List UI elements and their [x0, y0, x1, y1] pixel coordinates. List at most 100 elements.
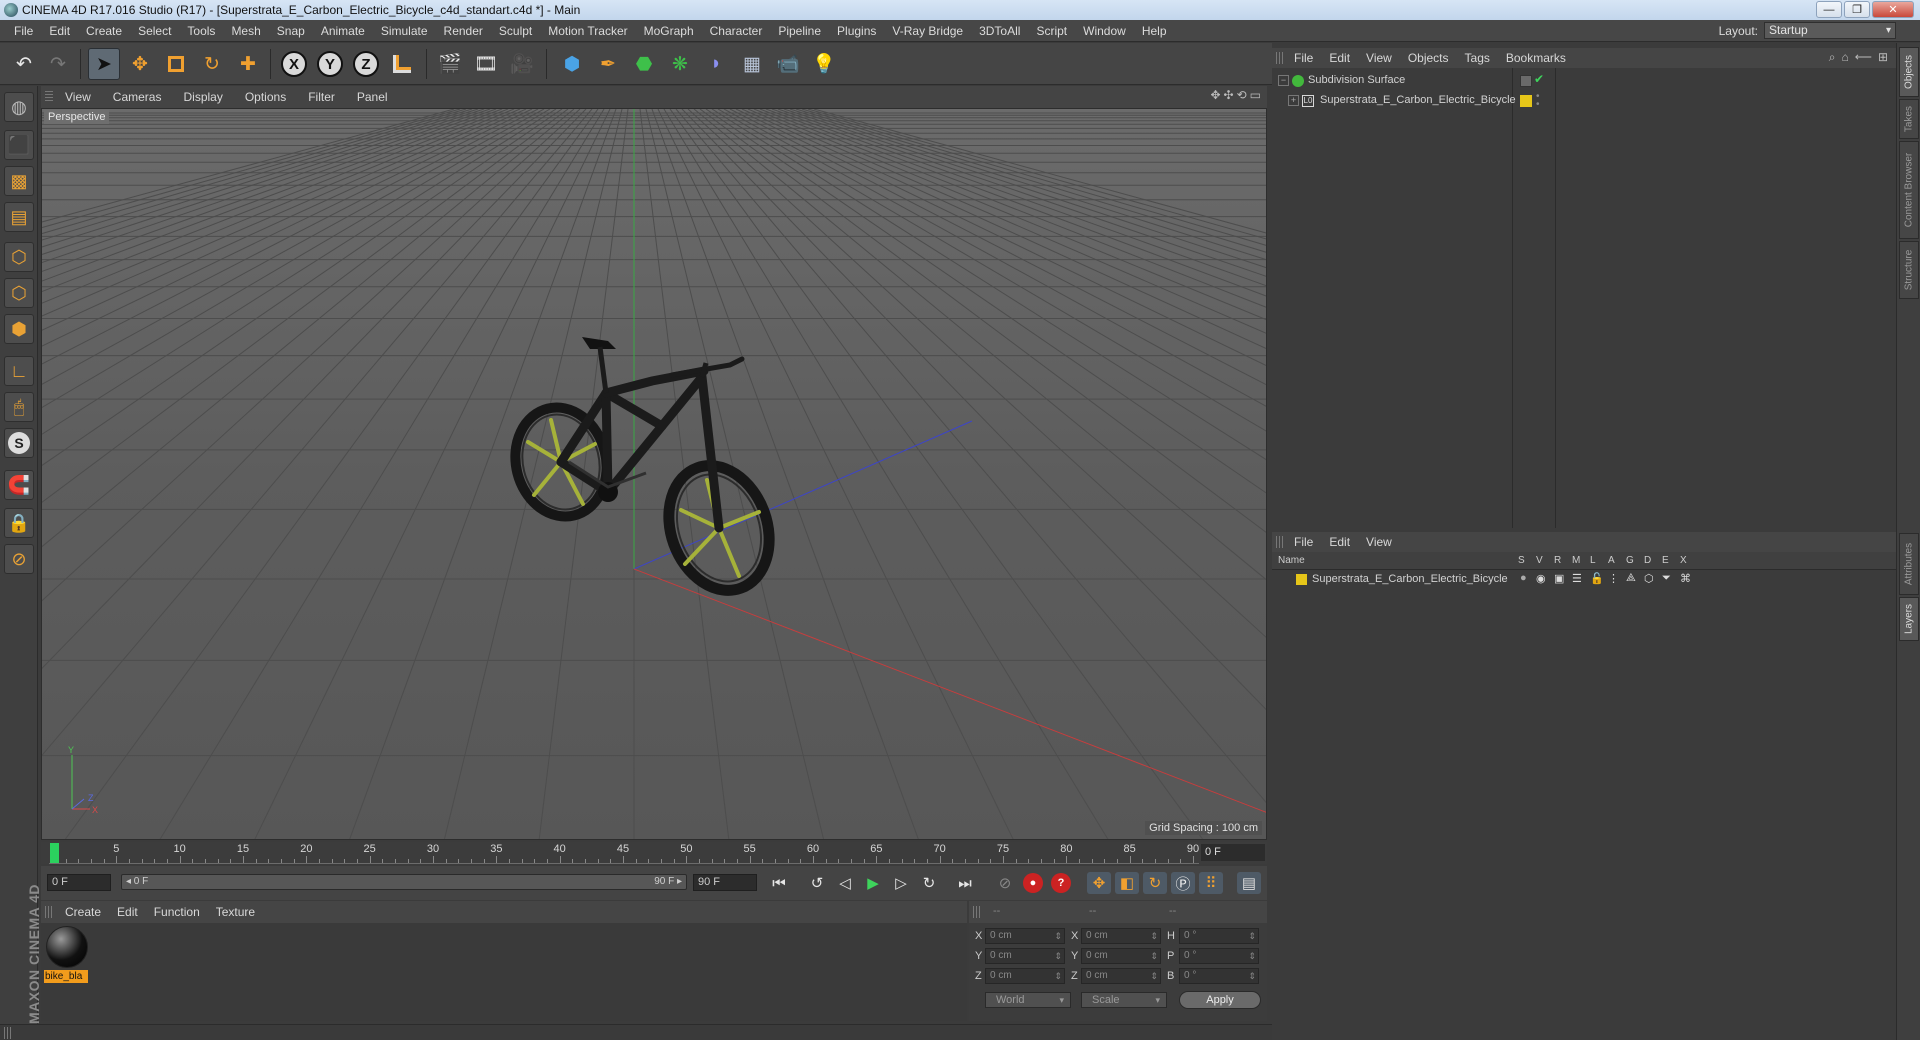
frame-ruler[interactable]: 051015202530354045505560657075808590	[49, 842, 1199, 864]
layer-manager-icon[interactable]: ☰	[1572, 572, 1582, 585]
key-parameter-button[interactable]: Ⓟ	[1171, 872, 1195, 894]
menu-tools[interactable]: Tools	[179, 20, 223, 42]
tweak-mode-button[interactable]: 🖱	[4, 392, 34, 422]
undo-button[interactable]: ↶	[8, 48, 40, 80]
layout-dropdown[interactable]: Startup	[1764, 22, 1896, 39]
preview-range-slider[interactable]: ◂ 0 F 90 F ▸	[121, 874, 687, 890]
scale-tool-button[interactable]	[160, 48, 192, 80]
add-array-button[interactable]: ❋	[664, 48, 696, 80]
render-view-button[interactable]: 🎬	[434, 48, 466, 80]
search-icon[interactable]: ⌕	[1829, 50, 1836, 65]
tree-expand-toggle[interactable]: +	[1288, 95, 1299, 106]
texture-mode-button[interactable]: ▩	[4, 166, 34, 196]
max-frame-field[interactable]: 90 F	[693, 874, 757, 891]
menu-3dtoall[interactable]: 3DToAll	[971, 20, 1028, 42]
toggle-view-icon[interactable]: ▭	[1250, 88, 1261, 102]
magnet-button[interactable]: 🧲	[4, 470, 34, 500]
viewport-menu-filter[interactable]: Filter	[298, 90, 347, 104]
pan-view-icon[interactable]: ✥	[1210, 88, 1220, 102]
recent-tool-button[interactable]: ✚	[232, 48, 264, 80]
menu-edit[interactable]: Edit	[41, 20, 78, 42]
layer-color-icon[interactable]	[1520, 95, 1532, 107]
menu-create[interactable]: Create	[78, 20, 130, 42]
add-camera-button[interactable]: 📹	[772, 48, 804, 80]
timeline-ruler[interactable]: 051015202530354045505560657075808590 0 F	[41, 842, 1267, 864]
move-tool-button[interactable]: ✥	[124, 48, 156, 80]
previous-key-button[interactable]: ↺	[805, 872, 829, 894]
x-axis-lock-button[interactable]: X	[278, 48, 310, 80]
menu-simulate[interactable]: Simulate	[373, 20, 436, 42]
key-point-level-button[interactable]: ⠿	[1199, 872, 1223, 894]
minimize-button[interactable]: —	[1816, 1, 1842, 18]
min-frame-field[interactable]: 0 F	[47, 874, 111, 891]
layer-animation-icon[interactable]: ⋮	[1608, 572, 1619, 585]
menu-mesh[interactable]: Mesh	[223, 20, 268, 42]
close-button[interactable]: ✕	[1872, 1, 1914, 18]
workplane-mode-button[interactable]: ▤	[4, 202, 34, 232]
workplane-lock-button[interactable]: 🔒	[4, 508, 34, 538]
pos-z-field[interactable]: 0 cm	[985, 968, 1065, 984]
size-y-field[interactable]: 0 cm	[1081, 948, 1161, 964]
tree-collapse-toggle[interactable]: −	[1278, 75, 1289, 86]
planar-workplane-button[interactable]: ⊘	[4, 544, 34, 574]
layer-xref-icon[interactable]: ⌘	[1680, 572, 1691, 585]
size-mode-dropdown[interactable]: Scale	[1081, 992, 1167, 1008]
snap-button[interactable]: S	[4, 428, 34, 458]
objects-menu-bookmarks[interactable]: Bookmarks	[1498, 51, 1574, 65]
layer-color-swatch[interactable]	[1296, 574, 1307, 585]
next-frame-button[interactable]: ▷	[889, 872, 913, 894]
menu-script[interactable]: Script	[1028, 20, 1075, 42]
viewport-menu-options[interactable]: Options	[235, 90, 298, 104]
object-name[interactable]: Superstrata_E_Carbon_Electric_Bicycle	[1320, 94, 1516, 106]
object-name[interactable]: Subdivision Surface	[1308, 74, 1405, 86]
layers-menu-view[interactable]: View	[1358, 535, 1400, 549]
key-scale-button[interactable]: ◧	[1115, 872, 1139, 894]
edges-mode-button[interactable]: ⬡	[4, 278, 34, 308]
orbit-view-icon[interactable]: ⟲	[1237, 88, 1247, 102]
redo-button[interactable]: ↷	[42, 48, 74, 80]
back-icon[interactable]: ⟵	[1855, 50, 1872, 65]
make-editable-button[interactable]: ◍	[4, 92, 34, 122]
menu-snap[interactable]: Snap	[269, 20, 313, 42]
tab-layers[interactable]: Layers	[1899, 597, 1919, 641]
timeline-window-button[interactable]: ▤	[1237, 872, 1261, 894]
y-axis-lock-button[interactable]: Y	[314, 48, 346, 80]
menu-mograph[interactable]: MoGraph	[636, 20, 702, 42]
maximize-button[interactable]: ❐	[1844, 1, 1870, 18]
timeline-playhead[interactable]	[50, 843, 59, 863]
add-spline-button[interactable]: ✒	[592, 48, 624, 80]
menu-render[interactable]: Render	[436, 20, 491, 42]
layers-menu-file[interactable]: File	[1286, 535, 1321, 549]
menu-motion-tracker[interactable]: Motion Tracker	[540, 20, 635, 42]
previous-frame-button[interactable]: ◁	[833, 872, 857, 894]
menu-pipeline[interactable]: Pipeline	[770, 20, 829, 42]
menu-select[interactable]: Select	[130, 20, 179, 42]
layer-solo-icon[interactable]: ●	[1520, 572, 1527, 584]
layer-lock-icon[interactable]: 🔓	[1590, 572, 1604, 585]
coordinate-mode-dropdown[interactable]: World	[985, 992, 1071, 1008]
menu-window[interactable]: Window	[1075, 20, 1134, 42]
play-forward-button[interactable]: ▶	[861, 872, 885, 894]
record-active-objects-button[interactable]: ●	[1023, 873, 1043, 893]
size-x-field[interactable]: 0 cm	[1081, 928, 1161, 944]
menu-help[interactable]: Help	[1134, 20, 1175, 42]
tab-takes[interactable]: Takes	[1899, 99, 1919, 139]
size-z-field[interactable]: 0 cm	[1081, 968, 1161, 984]
perspective-viewport[interactable]: Y Z X Perspective Grid Spacing : 100 cm	[41, 108, 1267, 840]
enabled-check-icon[interactable]: ✔	[1534, 72, 1544, 86]
render-settings-button[interactable]: 🎥	[506, 48, 538, 80]
menu-animate[interactable]: Animate	[313, 20, 373, 42]
objects-menu-view[interactable]: View	[1358, 51, 1400, 65]
layer-name[interactable]: Superstrata_E_Carbon_Electric_Bicycle	[1312, 573, 1508, 585]
pos-x-field[interactable]: 0 cm	[985, 928, 1065, 944]
model-mode-button[interactable]: ⬛	[4, 130, 34, 160]
next-key-button[interactable]: ↻	[917, 872, 941, 894]
material-menu-function[interactable]: Function	[146, 905, 208, 919]
menu-character[interactable]: Character	[702, 20, 771, 42]
material-menu-edit[interactable]: Edit	[109, 905, 146, 919]
pos-y-field[interactable]: 0 cm	[985, 948, 1065, 964]
go-to-start-button[interactable]: ⏮	[767, 872, 791, 894]
object-row[interactable]: + L0 Superstrata_E_Carbon_Electric_Bicyc…	[1272, 92, 1896, 110]
autokeying-button[interactable]: ?	[1051, 873, 1071, 893]
viewport-menu-panel[interactable]: Panel	[347, 90, 400, 104]
